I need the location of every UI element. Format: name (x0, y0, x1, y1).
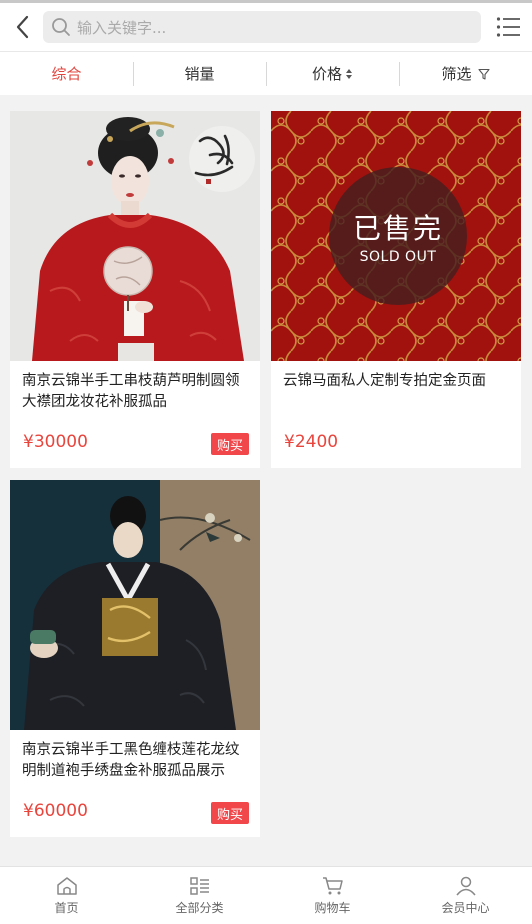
product-price: ¥30000 (23, 432, 88, 452)
tab-cart[interactable]: 购物车 (266, 867, 399, 924)
sort-price-label: 价格 (311, 65, 342, 83)
product-card[interactable]: 已售完 SOLD OUT 云锦马面私人定制专拍定金页面 ¥2400 (271, 111, 521, 468)
category-icon (189, 876, 209, 895)
tab-home[interactable]: 首页 (0, 867, 133, 924)
sort-comprehensive[interactable]: 综合 (0, 52, 133, 95)
tab-cart-label: 购物车 (314, 900, 351, 915)
search-icon (52, 18, 70, 36)
chevron-left-icon (16, 15, 29, 39)
sort-arrows-icon (346, 68, 352, 79)
user-icon (455, 876, 476, 895)
tab-member[interactable]: 会员中心 (399, 867, 532, 924)
bottom-tab-bar: 首页 全部分类 购物车 会员中心 (0, 866, 532, 924)
buy-button[interactable]: 购买 (211, 802, 249, 824)
product-price: ¥60000 (23, 801, 88, 821)
sort-sales-label: 销量 (184, 65, 215, 83)
sort-comprehensive-label: 综合 (51, 65, 82, 83)
sort-filter-label: 筛选 (441, 65, 472, 83)
filter-icon (477, 68, 490, 80)
tab-home-label: 首页 (54, 900, 79, 915)
tab-member-label: 会员中心 (441, 900, 490, 915)
back-button[interactable] (6, 9, 40, 45)
home-icon (56, 876, 77, 895)
product-price: ¥2400 (284, 432, 339, 452)
list-icon (496, 17, 520, 37)
product-title[interactable]: 南京云锦半手工黑色缠枝莲花龙纹明制道袍手绣盘金补服孤品展示 (22, 740, 252, 782)
cart-icon (322, 876, 343, 894)
header: 输入关键字... (0, 3, 532, 51)
tab-categories[interactable]: 全部分类 (133, 867, 266, 924)
search-input[interactable]: 输入关键字... (43, 11, 481, 43)
sold-out-label: 已售完 (352, 212, 443, 245)
sort-sales[interactable]: 销量 (133, 52, 266, 95)
tab-categories-label: 全部分类 (175, 900, 224, 915)
product-image[interactable] (10, 111, 260, 361)
product-image[interactable]: 已售完 SOLD OUT (271, 111, 521, 361)
sold-out-badge: 已售完 SOLD OUT (329, 167, 467, 305)
product-card[interactable]: 南京云锦半手工黑色缠枝莲花龙纹明制道袍手绣盘金补服孤品展示 ¥60000 购买 (10, 480, 260, 837)
sort-price[interactable]: 价格 (266, 52, 399, 95)
sort-filter[interactable]: 筛选 (399, 52, 532, 95)
product-title[interactable]: 南京云锦半手工串枝葫芦明制圆领大襟团龙妆花补服孤品 (22, 371, 252, 413)
list-menu-button[interactable] (496, 13, 522, 41)
product-image[interactable] (10, 480, 260, 730)
product-title[interactable]: 云锦马面私人定制专拍定金页面 (283, 371, 513, 392)
search-placeholder: 输入关键字... (77, 18, 167, 37)
sold-out-en-label: SOLD OUT (359, 249, 437, 265)
buy-button[interactable]: 购买 (211, 433, 249, 455)
product-card[interactable]: 南京云锦半手工串枝葫芦明制圆领大襟团龙妆花补服孤品 ¥30000 购买 (10, 111, 260, 468)
sort-bar: 综合 销量 价格 筛选 (0, 51, 532, 95)
